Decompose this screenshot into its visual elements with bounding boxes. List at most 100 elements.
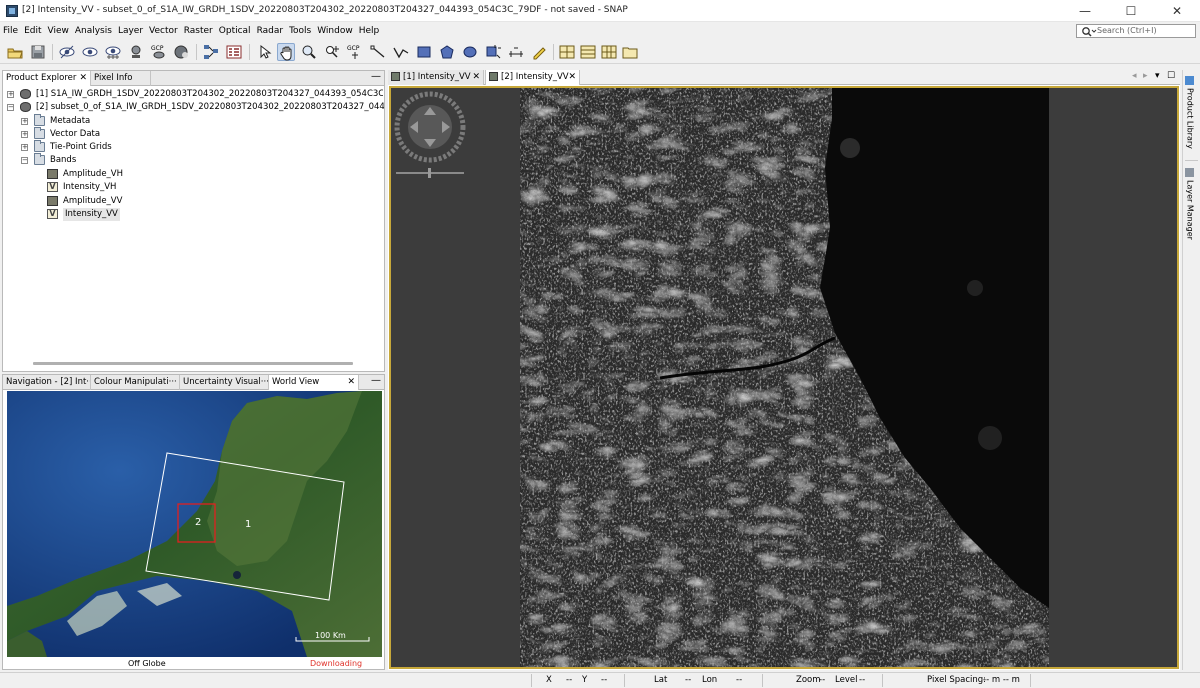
search-input[interactable]: Search (Ctrl+I) xyxy=(1076,24,1196,38)
minimize-window-button[interactable]: — xyxy=(1062,0,1108,22)
minimize-panel-button[interactable]: — xyxy=(371,72,381,84)
tree-node-tie-point-grids[interactable]: + Tie-Point Grids xyxy=(21,140,221,154)
tab-product-explorer[interactable]: Product Explorer ✕ xyxy=(3,71,91,86)
tile-evenly-icon[interactable] xyxy=(558,43,576,61)
navigation-control-widget[interactable] xyxy=(394,91,466,179)
tree-label: Intensity_VH xyxy=(63,182,117,192)
tree-product-2[interactable]: − [2] subset_0_of_S1A_IW_GRDH_1SDV_20220… xyxy=(7,101,384,114)
close-window-button[interactable]: ✕ xyxy=(1154,0,1200,22)
scroll-tabs-right-icon[interactable]: ▸ xyxy=(1143,71,1148,81)
menu-vector[interactable]: Vector xyxy=(146,23,181,40)
world-map-view[interactable]: 2 1 100 Km xyxy=(7,391,382,657)
tab-uncertainty-visualisation[interactable]: Uncertainty Visual··· xyxy=(180,375,269,390)
save-product-icon[interactable] xyxy=(29,43,47,61)
status-separator xyxy=(531,674,532,687)
tile-vertically-icon[interactable] xyxy=(600,43,618,61)
graph-builder-icon[interactable] xyxy=(202,43,220,61)
polygon-drawing-tool-icon[interactable] xyxy=(438,43,456,61)
zoom-tool-icon[interactable] xyxy=(300,43,318,61)
tab-pixel-info[interactable]: Pixel Info xyxy=(91,71,151,86)
menu-bar: File Edit View Analysis Layer Vector Raster Opt… xyxy=(0,23,1200,40)
menu-view[interactable]: View xyxy=(45,23,72,40)
rectangle-drawing-tool-icon[interactable] xyxy=(415,43,433,61)
close-tab-icon[interactable]: ✕ xyxy=(568,70,576,84)
expand-icon[interactable]: + xyxy=(7,91,14,98)
status-lon-label: Lon xyxy=(702,675,718,685)
pin-manager-icon[interactable] xyxy=(127,43,145,61)
open-product-icon[interactable] xyxy=(6,43,24,61)
tile-single-icon[interactable] xyxy=(621,43,639,61)
minimize-panel-button[interactable]: — xyxy=(371,376,381,388)
expand-icon[interactable]: + xyxy=(21,144,28,151)
tree-product-1[interactable]: + [1] S1A_IW_GRDH_1SDV_20220803T204302_2… xyxy=(7,88,383,101)
tile-horizontally-icon[interactable] xyxy=(579,43,597,61)
horizontal-scrollbar[interactable] xyxy=(33,362,353,365)
batch-processing-icon[interactable] xyxy=(225,43,243,61)
status-level-value: -- xyxy=(859,675,866,685)
expand-icon[interactable]: + xyxy=(21,131,28,138)
tree-node-bands[interactable]: − Bands xyxy=(21,153,221,167)
product-library-tab[interactable]: Product Library xyxy=(1185,76,1195,149)
expand-icon[interactable]: + xyxy=(21,118,28,125)
tree-label: [2] subset_0_of_S1A_IW_GRDH_1SDV_2022080… xyxy=(36,102,384,112)
maximize-window-button[interactable]: ☐ xyxy=(1108,0,1154,22)
tree-band-intensity-vh[interactable]: V Intensity_VH xyxy=(47,181,247,194)
band-view-icon xyxy=(489,72,498,81)
menu-layer[interactable]: Layer xyxy=(115,23,146,40)
tab-image-view-2[interactable]: [2] Intensity_VV ✕ xyxy=(485,70,580,85)
menu-raster[interactable]: Raster xyxy=(181,23,216,40)
tree-band-amplitude-vh[interactable]: Amplitude_VH xyxy=(47,168,247,181)
product-icon xyxy=(20,89,31,99)
menu-tools[interactable]: Tools xyxy=(286,23,314,40)
maximize-view-icon[interactable]: ☐ xyxy=(1167,71,1175,81)
folder-icon xyxy=(34,127,45,139)
close-tab-icon[interactable]: ✕ xyxy=(347,375,355,389)
eye-layer-icon[interactable] xyxy=(58,43,76,61)
tree-node-metadata[interactable]: + Metadata xyxy=(21,114,221,128)
tab-navigation[interactable]: Navigation - [2] Int··· xyxy=(3,375,91,390)
menu-edit[interactable]: Edit xyxy=(21,23,44,40)
tree-band-intensity-vv[interactable]: V Intensity_VV xyxy=(47,208,247,221)
magic-wand-tool-icon[interactable] xyxy=(484,43,502,61)
status-pixel-spacing-label: Pixel Spacing: xyxy=(927,675,987,685)
close-tab-icon[interactable]: ✕ xyxy=(79,71,87,85)
line-drawing-tool-icon[interactable] xyxy=(369,43,387,61)
search-icon xyxy=(1082,27,1097,37)
sea-clutter xyxy=(978,426,1002,450)
collapse-icon[interactable]: − xyxy=(7,104,14,111)
ellipse-drawing-tool-icon[interactable] xyxy=(461,43,479,61)
polyline-tool-icon[interactable] xyxy=(392,43,410,61)
annotation-tool-icon[interactable] xyxy=(530,43,548,61)
mask-manager-icon[interactable] xyxy=(173,43,191,61)
range-finder-tool-icon[interactable] xyxy=(507,43,525,61)
select-tool-icon[interactable] xyxy=(255,43,273,61)
show-opened-documents-icon[interactable]: ▾ xyxy=(1155,71,1160,81)
menu-window[interactable]: Window xyxy=(314,23,356,40)
eye-grid-icon[interactable] xyxy=(104,43,122,61)
layer-manager-tab[interactable]: Layer Manager xyxy=(1185,168,1195,240)
pin-placing-tool-icon[interactable] xyxy=(323,43,341,61)
status-pixel-spacing-value: -- m -- m xyxy=(983,675,1020,685)
product-explorer-panel: Product Explorer ✕ Pixel Info — + [1] S1… xyxy=(2,70,385,372)
eye-overlay-icon[interactable] xyxy=(81,43,99,61)
menu-analysis[interactable]: Analysis xyxy=(72,23,115,40)
status-lat-label: Lat xyxy=(654,675,668,685)
zoom-slider-thumb[interactable] xyxy=(428,168,431,178)
menu-optical[interactable]: Optical xyxy=(216,23,254,40)
gcp-placing-tool-icon[interactable]: GCP xyxy=(346,43,364,61)
tab-colour-manipulation[interactable]: Colour Manipulati··· xyxy=(91,375,180,390)
menu-help[interactable]: Help xyxy=(356,23,383,40)
sar-intensity-image[interactable] xyxy=(520,88,1049,667)
menu-file[interactable]: File xyxy=(0,23,21,40)
scroll-tabs-left-icon[interactable]: ◂ xyxy=(1132,71,1137,81)
close-tab-icon[interactable]: ✕ xyxy=(472,70,480,84)
tab-world-view[interactable]: World View ✕ xyxy=(269,375,359,390)
tree-node-vector-data[interactable]: + Vector Data xyxy=(21,127,221,141)
tree-band-amplitude-vv[interactable]: Amplitude_VV xyxy=(47,195,247,208)
image-canvas[interactable] xyxy=(389,86,1179,669)
tab-image-view-1[interactable]: [1] Intensity_VV ✕ xyxy=(388,70,484,85)
gcp-manager-icon[interactable]: GCP xyxy=(150,43,168,61)
pan-tool-icon[interactable] xyxy=(277,43,295,61)
menu-radar[interactable]: Radar xyxy=(254,23,287,40)
collapse-icon[interactable]: − xyxy=(21,157,28,164)
